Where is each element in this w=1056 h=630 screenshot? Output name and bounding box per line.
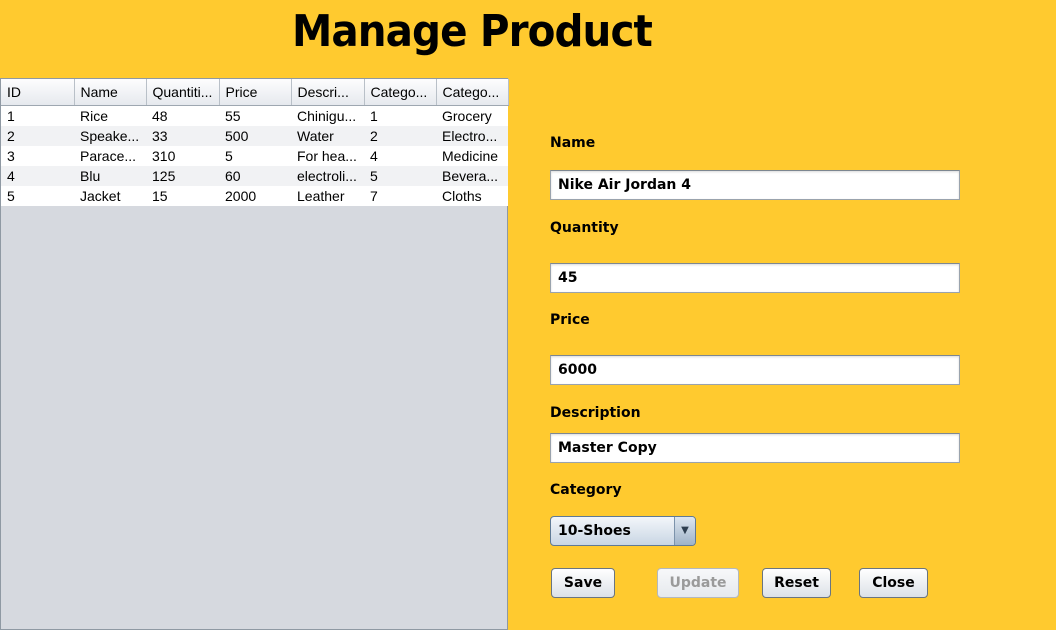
- category-label: Category: [550, 482, 622, 498]
- column-header-price[interactable]: Price: [219, 79, 292, 106]
- update-button[interactable]: Update: [657, 568, 739, 598]
- cell-price: 5: [219, 146, 291, 166]
- cell-name: Rice: [74, 105, 146, 126]
- category-selected-value: 10-Shoes: [558, 523, 631, 539]
- cell-quantity: 33: [146, 126, 219, 146]
- cell-category-name: Grocery: [436, 105, 508, 126]
- column-header-category-id[interactable]: Catego...: [364, 79, 437, 106]
- column-header-quantity[interactable]: Quantiti...: [146, 79, 220, 106]
- description-field[interactable]: [550, 433, 960, 463]
- name-field[interactable]: [550, 170, 960, 200]
- cell-id: 3: [1, 146, 74, 166]
- cell-category-id: 1: [364, 105, 436, 126]
- cell-quantity: 310: [146, 146, 219, 166]
- column-header-description[interactable]: Descri...: [291, 79, 365, 106]
- cell-name: Blu: [74, 166, 146, 186]
- quantity-label: Quantity: [550, 220, 619, 236]
- cell-id: 5: [1, 186, 74, 206]
- cell-quantity: 125: [146, 166, 219, 186]
- cell-id: 4: [1, 166, 74, 186]
- cell-price: 2000: [219, 186, 291, 206]
- cell-name: Speake...: [74, 126, 146, 146]
- reset-button[interactable]: Reset: [762, 568, 831, 598]
- cell-description: Water: [291, 126, 364, 146]
- quantity-field[interactable]: [550, 263, 960, 293]
- cell-description: For hea...: [291, 146, 364, 166]
- product-table[interactable]: ID Name Quantiti... Price Descri... Cate…: [0, 78, 509, 630]
- cell-quantity: 48: [146, 105, 219, 126]
- column-header-category-name[interactable]: Catego...: [436, 79, 509, 106]
- cell-name: Jacket: [74, 186, 146, 206]
- cell-description: Leather: [291, 186, 364, 206]
- table-row[interactable]: 2 Speake... 33 500 Water 2 Electro...: [1, 126, 508, 146]
- price-field[interactable]: [550, 355, 960, 385]
- cell-name: Parace...: [74, 146, 146, 166]
- cell-category-id: 2: [364, 126, 436, 146]
- price-label: Price: [550, 312, 590, 328]
- cell-description: Chinigu...: [291, 105, 364, 126]
- description-label: Description: [550, 405, 641, 421]
- cell-price: 60: [219, 166, 291, 186]
- name-label: Name: [550, 135, 596, 151]
- save-button[interactable]: Save: [551, 568, 615, 598]
- cell-quantity: 15: [146, 186, 219, 206]
- cell-id: 1: [1, 105, 74, 126]
- cell-category-id: 4: [364, 146, 436, 166]
- cell-price: 55: [219, 105, 291, 126]
- cell-id: 2: [1, 126, 74, 146]
- close-button[interactable]: Close: [859, 568, 928, 598]
- column-header-name[interactable]: Name: [74, 79, 147, 106]
- table-header: ID Name Quantiti... Price Descri... Cate…: [1, 79, 509, 106]
- table-row[interactable]: 5 Jacket 15 2000 Leather 7 Cloths: [1, 186, 508, 206]
- page-title: Manage Product: [292, 6, 653, 57]
- cell-category-id: 7: [364, 186, 436, 206]
- table-row[interactable]: 3 Parace... 310 5 For hea... 4 Medicine: [1, 146, 508, 166]
- cell-category-name: Bevera...: [436, 166, 508, 186]
- category-dropdown[interactable]: 10-Shoes ▼: [550, 516, 696, 546]
- chevron-down-icon[interactable]: ▼: [674, 517, 695, 545]
- cell-category-id: 5: [364, 166, 436, 186]
- cell-category-name: Medicine: [436, 146, 508, 166]
- column-header-id[interactable]: ID: [1, 79, 75, 106]
- cell-description: electroli...: [291, 166, 364, 186]
- cell-price: 500: [219, 126, 291, 146]
- cell-category-name: Electro...: [436, 126, 508, 146]
- table-row[interactable]: 4 Blu 125 60 electroli... 5 Bevera...: [1, 166, 508, 186]
- cell-category-name: Cloths: [436, 186, 508, 206]
- table-row[interactable]: 1 Rice 48 55 Chinigu... 1 Grocery: [1, 105, 508, 126]
